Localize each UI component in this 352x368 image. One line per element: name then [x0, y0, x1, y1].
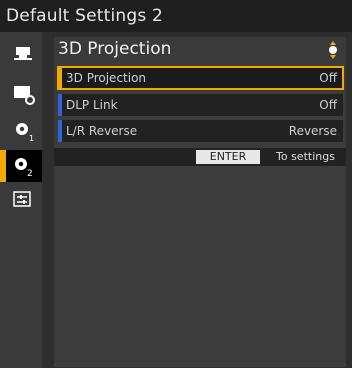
footer-hint: To settings — [276, 150, 335, 163]
display-settings-icon — [14, 86, 35, 105]
sidebar-item-adjust[interactable] — [8, 188, 38, 214]
osd-window: Default Settings 2 1 2 3D Projection 3D … — [0, 0, 352, 368]
sidebar-item-projector[interactable] — [8, 42, 38, 68]
svg-text:2: 2 — [27, 169, 33, 179]
title-bar: Default Settings 2 — [0, 0, 352, 32]
row-indicator — [58, 120, 62, 142]
row-3d-projection[interactable]: 3D Projection Off — [57, 66, 344, 90]
sidebar-item-display[interactable] — [8, 82, 38, 108]
dpad-navigation-icon — [329, 41, 337, 59]
row-indicator — [58, 94, 62, 116]
gear-2-icon: 2 — [15, 158, 33, 179]
sidebar-item-settings-1[interactable]: 1 — [8, 118, 38, 144]
row-value: Reverse — [288, 124, 337, 138]
gear-1-icon: 1 — [16, 123, 34, 142]
sidebar-item-settings-2[interactable]: 2 — [0, 150, 42, 182]
row-indicator — [58, 67, 62, 89]
svg-text:1: 1 — [29, 134, 34, 142]
row-value: Off — [319, 98, 337, 112]
sliders-icon — [13, 191, 31, 207]
row-label: L/R Reverse — [66, 124, 138, 138]
enter-button[interactable]: ENTER — [196, 150, 260, 164]
sidebar: 1 2 — [0, 32, 42, 368]
projector-icon — [14, 47, 32, 60]
panel-header: 3D Projection — [54, 37, 346, 63]
row-dlp-link[interactable]: DLP Link Off — [58, 94, 343, 116]
row-label: DLP Link — [66, 98, 118, 112]
panel-footer: ENTER To settings — [54, 148, 346, 166]
row-lr-reverse[interactable]: L/R Reverse Reverse — [58, 120, 343, 142]
panel-title: 3D Projection — [58, 39, 172, 59]
page-title: Default Settings 2 — [6, 6, 164, 26]
row-label: 3D Projection — [66, 71, 147, 85]
row-value: Off — [319, 71, 337, 85]
